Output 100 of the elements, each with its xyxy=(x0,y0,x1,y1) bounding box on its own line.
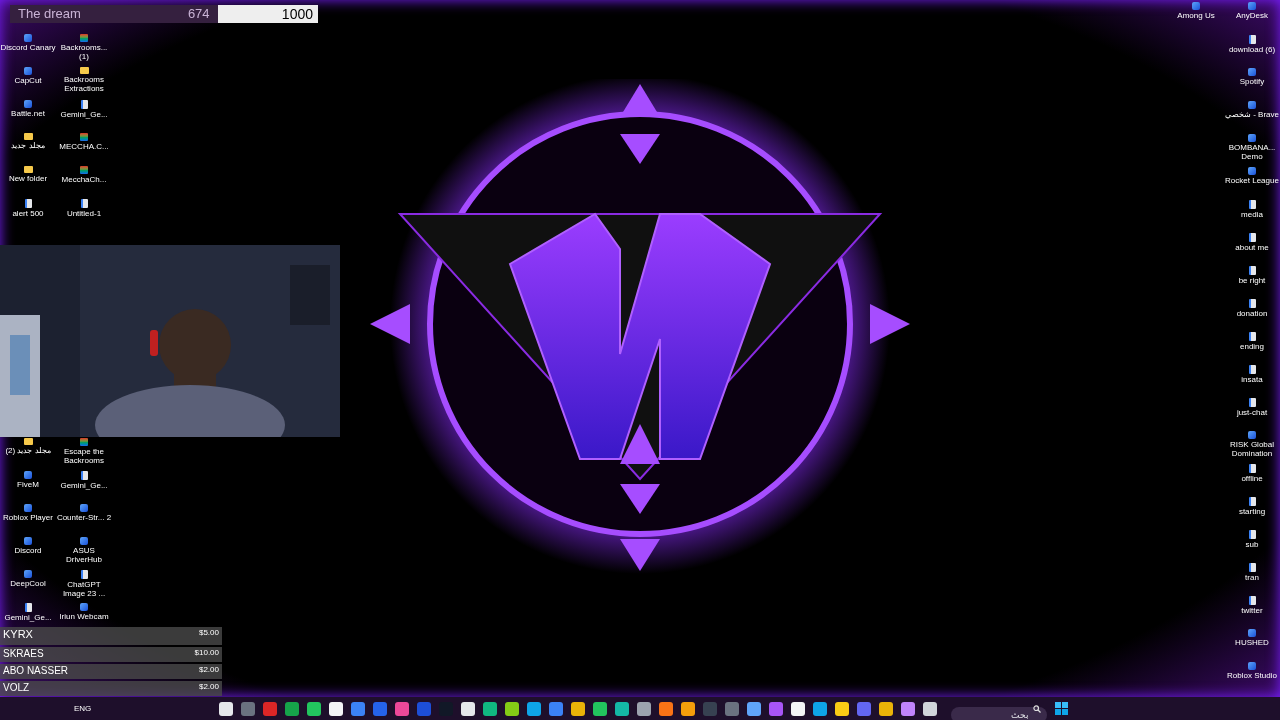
taskbar-app-icon[interactable] xyxy=(571,701,586,716)
taskbar-app-icon[interactable] xyxy=(307,701,322,716)
app-icon xyxy=(1248,431,1256,439)
file-icon xyxy=(24,199,32,208)
file-icon xyxy=(1248,530,1256,539)
file-icon xyxy=(1248,299,1256,308)
desktop-icon-label[interactable]: CapCut xyxy=(14,76,42,85)
goal-target: 1000 xyxy=(280,5,314,23)
app-icon xyxy=(1192,2,1200,10)
app-icon xyxy=(1248,629,1256,637)
language-indicator[interactable]: ENG xyxy=(74,702,92,715)
desktop-icon-label[interactable]: alert 500 xyxy=(12,209,44,218)
app-icon xyxy=(24,570,32,578)
desktop-icon-label[interactable]: HUSHED xyxy=(1235,638,1269,647)
desktop-icon-label[interactable]: twitter xyxy=(1241,606,1263,615)
desktop-icon-label[interactable]: DeepCool xyxy=(10,579,46,588)
desktop-icon-label[interactable]: offline xyxy=(1241,474,1263,483)
desktop-icon-label[interactable]: AnyDesk xyxy=(1236,11,1268,20)
search-field[interactable]: بحث xyxy=(951,706,1048,720)
donation-amount: $10.00 xyxy=(194,647,219,658)
taskbar-app-icon[interactable] xyxy=(219,701,234,716)
app-icon xyxy=(1248,68,1256,76)
taskbar-app-icon[interactable] xyxy=(505,701,520,716)
desktop-icon-label[interactable]: Gemini_Ge... xyxy=(60,110,108,119)
taskbar-app-icon[interactable] xyxy=(879,701,894,716)
file-icon xyxy=(1248,35,1256,44)
desktop-icon-label[interactable]: ending xyxy=(1240,342,1264,351)
desktop-icon-label[interactable]: download (6) xyxy=(1228,45,1276,54)
desktop-icon-label[interactable]: مجلد جديد xyxy=(11,141,45,150)
desktop-icon-label[interactable]: media xyxy=(1241,210,1263,219)
taskbar-app-icon[interactable] xyxy=(901,701,916,716)
desktop-icon-label[interactable]: BOMBANA... Demo xyxy=(1224,143,1280,161)
taskbar-app-icon[interactable] xyxy=(637,701,652,716)
desktop-icon-label[interactable]: MECCHA.C... xyxy=(59,142,109,151)
desktop-icon-label[interactable]: MecchaCh... xyxy=(61,175,107,184)
desktop-icon-label[interactable]: مجلد جديد (2) xyxy=(5,446,51,455)
desktop-icon-label[interactable]: Roblox Studio xyxy=(1227,671,1277,680)
file-icon xyxy=(1248,563,1256,572)
archive-icon xyxy=(80,34,88,42)
taskbar-app-icon[interactable] xyxy=(791,701,806,716)
taskbar-app-icon[interactable] xyxy=(329,701,344,716)
desktop-icon-label[interactable]: Battle.net xyxy=(11,109,45,118)
desktop-icon-label[interactable]: starting xyxy=(1238,507,1266,516)
file-icon xyxy=(1248,365,1256,374)
app-icon xyxy=(80,537,88,545)
taskbar-app-icon[interactable] xyxy=(461,701,476,716)
folder-icon xyxy=(23,166,33,173)
desktop-icon-label[interactable]: Escape the Backrooms xyxy=(56,447,112,465)
desktop-icon-label[interactable]: ASUS DriverHub xyxy=(56,546,112,564)
taskbar-app-icon[interactable] xyxy=(835,701,850,716)
archive-icon xyxy=(80,166,88,174)
file-icon xyxy=(1248,266,1256,275)
app-icon xyxy=(24,100,32,108)
desktop-icon-label[interactable]: Gemini_Ge... xyxy=(60,481,108,490)
desktop-icon-label[interactable]: Roblox Player xyxy=(3,513,53,522)
desktop-icon-label[interactable]: be right xyxy=(1238,276,1266,285)
windows-start-icon[interactable] xyxy=(1055,702,1069,715)
desktop-icon-label[interactable]: Discord xyxy=(14,546,42,555)
desktop-icon-label[interactable]: just-chat xyxy=(1236,408,1268,417)
file-icon xyxy=(1248,596,1256,605)
desktop-icon-label[interactable]: sub xyxy=(1245,540,1259,549)
desktop-icon-label[interactable]: Among Us xyxy=(1177,11,1215,20)
desktop-icon-label[interactable]: insata xyxy=(1241,375,1263,384)
desktop-icon-label[interactable]: New folder xyxy=(8,174,48,183)
taskbar-app-icon[interactable] xyxy=(659,701,674,716)
desktop-icon-label[interactable]: Spotify xyxy=(1239,77,1265,86)
search-icon xyxy=(1033,704,1042,713)
taskbar-app-icon[interactable] xyxy=(923,701,938,716)
goal-title: The dream xyxy=(18,5,81,24)
taskbar-app-icon[interactable] xyxy=(681,701,696,716)
desktop-icon-label[interactable]: Iriun Webcam xyxy=(59,612,109,621)
folder-icon xyxy=(23,133,33,140)
desktop-icon-label[interactable]: Backrooms Extractions xyxy=(56,75,112,93)
taskbar-app-icon[interactable] xyxy=(483,701,498,716)
taskbar-app-icon[interactable] xyxy=(747,701,762,716)
desktop-icon-label[interactable]: Counter-Str... 2 xyxy=(56,513,112,522)
taskbar-app-icon[interactable] xyxy=(813,701,828,716)
desktop-icon-label[interactable]: شخصي - Brave xyxy=(1225,110,1279,119)
desktop-icon-label[interactable]: Gemini_Ge... xyxy=(4,613,52,622)
taskbar-app-icon[interactable] xyxy=(527,701,542,716)
app-icon xyxy=(80,603,88,611)
archive-icon xyxy=(80,133,88,141)
desktop-icon-label[interactable]: FiveM xyxy=(17,480,39,489)
app-icon xyxy=(24,504,32,512)
desktop-icon-label[interactable]: tran xyxy=(1245,573,1259,582)
taskbar-app-icon[interactable] xyxy=(593,701,608,716)
donor-name: ABO NASSER xyxy=(3,664,69,678)
file-icon xyxy=(1248,200,1256,209)
desktop-icon-label[interactable]: Discord Canary xyxy=(0,43,56,52)
desktop-icon-label[interactable]: ChatGPT Image 23 ... xyxy=(56,580,112,598)
app-icon xyxy=(24,537,32,545)
desktop-icon-label[interactable]: donation xyxy=(1236,309,1268,318)
desktop-icon-label[interactable]: RISK Global Domination xyxy=(1224,440,1280,458)
desktop-icon-label[interactable]: about me xyxy=(1235,243,1269,252)
desktop-icon-label[interactable]: Rocket League xyxy=(1225,176,1279,185)
file-icon xyxy=(24,603,32,612)
desktop-icon-label[interactable]: Backrooms... (1) xyxy=(56,43,112,61)
taskbar-app-icon[interactable] xyxy=(615,701,630,716)
desktop-icon-label[interactable]: Untitled-1 xyxy=(66,209,102,218)
app-icon xyxy=(24,34,32,42)
